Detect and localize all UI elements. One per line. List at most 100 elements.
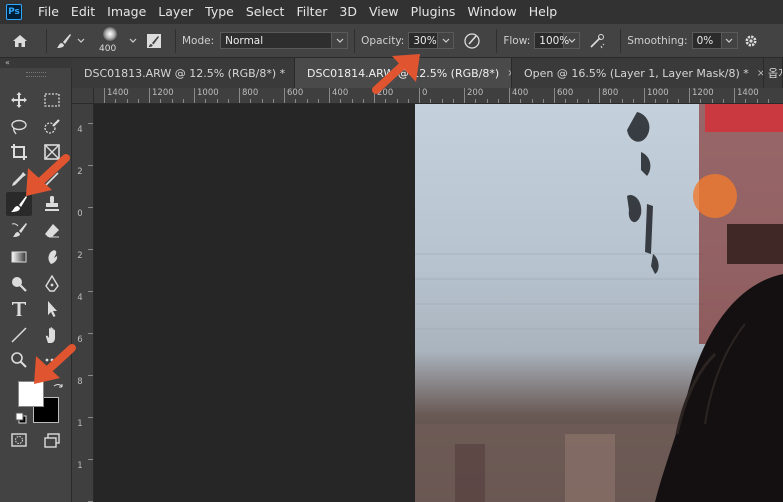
ruler-minor-tick xyxy=(711,99,713,103)
line-icon[interactable] xyxy=(6,323,32,347)
flow-value[interactable]: 100% xyxy=(534,32,569,49)
ruler-minor-tick xyxy=(396,99,398,103)
history-brush-icon[interactable] xyxy=(6,219,32,243)
ruler-tick-label: 1200 xyxy=(149,88,174,103)
divider xyxy=(175,28,176,53)
menu-edit[interactable]: Edit xyxy=(65,0,101,24)
mode-label: Mode: xyxy=(182,34,215,47)
chevron-down-icon[interactable] xyxy=(127,38,139,44)
ruler-minor-tick xyxy=(171,99,173,103)
menu-filter[interactable]: Filter xyxy=(290,0,333,24)
panel-grip[interactable] xyxy=(26,72,46,77)
ruler-minor-tick xyxy=(666,99,668,103)
ruler-tick-label: 1000 xyxy=(644,88,669,103)
lasso-icon[interactable] xyxy=(6,115,32,139)
menu-file[interactable]: File xyxy=(32,0,65,24)
menu-window[interactable]: Window xyxy=(461,0,522,24)
ruler-minor-tick xyxy=(295,99,297,103)
ruler-minor-tick xyxy=(272,99,274,103)
ruler-minor-tick xyxy=(126,99,128,103)
opacity-field[interactable]: 30% xyxy=(408,32,455,49)
chevron-down-icon[interactable] xyxy=(75,38,87,44)
brush-preset-picker[interactable]: 400 xyxy=(93,24,127,58)
canvas-area[interactable] xyxy=(94,104,783,502)
ruler-tick-label: 0 xyxy=(77,209,83,219)
mode-select[interactable]: Normal xyxy=(220,32,349,49)
ruler-minor-tick xyxy=(700,99,702,103)
menu-type[interactable]: Type xyxy=(199,0,240,24)
smoothing-value[interactable]: 0% xyxy=(691,32,722,49)
default-colors-icon[interactable] xyxy=(15,409,27,424)
menu-image[interactable]: Image xyxy=(101,0,152,24)
type-icon[interactable] xyxy=(6,297,32,321)
menu-select[interactable]: Select xyxy=(240,0,291,24)
flow-label: Flow: xyxy=(503,34,531,47)
ruler-minor-tick xyxy=(745,99,747,103)
ruler-minor-tick xyxy=(486,99,488,103)
home-icon[interactable] xyxy=(0,32,40,50)
menu-help[interactable]: Help xyxy=(523,0,564,24)
chevron-down-icon[interactable] xyxy=(438,32,455,49)
quick-select-icon[interactable] xyxy=(39,115,65,139)
ruler-minor-tick xyxy=(722,99,724,103)
airbrush-icon[interactable] xyxy=(580,32,614,50)
ruler-minor-tick xyxy=(88,207,93,208)
ruler-minor-tick xyxy=(182,99,184,103)
screen-mode-icon[interactable] xyxy=(39,428,65,452)
ruler-minor-tick xyxy=(88,291,93,292)
opacity-label: Opacity: xyxy=(361,34,405,47)
ruler-tick-label: 4 xyxy=(77,125,83,135)
tab-open[interactable]: Open @ 16.5% (Layer 1, Layer Mask/8) * × xyxy=(512,58,764,88)
brush-size-value: 400 xyxy=(99,43,117,54)
quick-mask-icon[interactable] xyxy=(6,428,32,452)
brush-icon[interactable] xyxy=(53,32,75,50)
move-icon[interactable] xyxy=(6,88,32,112)
panel-collapse-button[interactable]: « xyxy=(0,58,72,68)
path-select-icon[interactable] xyxy=(39,297,65,321)
divider xyxy=(496,28,498,53)
menu-plugins[interactable]: Plugins xyxy=(405,0,462,24)
ruler-minor-tick xyxy=(317,99,319,103)
ruler-tick-label: 4 xyxy=(77,293,83,303)
ruler-minor-tick xyxy=(655,99,657,103)
tab-dsc01813[interactable]: DSC01813.ARW @ 12.5% (RGB/8*) * × xyxy=(72,58,295,88)
tab-overflow[interactable]: 옵지 xyxy=(764,58,783,88)
smoothing-field[interactable]: 0% xyxy=(691,32,738,49)
marquee-icon[interactable] xyxy=(39,88,65,112)
gradient-icon[interactable] xyxy=(6,245,32,269)
menu-3d[interactable]: 3D xyxy=(333,0,363,24)
ruler-minor-tick xyxy=(137,99,139,103)
smudge-icon[interactable] xyxy=(39,245,65,269)
menu-view[interactable]: View xyxy=(363,0,405,24)
gear-icon[interactable] xyxy=(738,33,764,49)
app-logo[interactable]: Ps xyxy=(6,4,22,20)
menu-bar: Ps File Edit Image Layer Type Select Fil… xyxy=(0,0,783,24)
brush-settings-icon[interactable] xyxy=(139,32,169,50)
dodge-icon[interactable] xyxy=(6,272,32,296)
ruler-tick-label: 800 xyxy=(239,88,258,103)
eraser-icon[interactable] xyxy=(39,219,65,243)
ruler-minor-tick xyxy=(542,99,544,103)
chevron-down-icon[interactable] xyxy=(564,32,581,49)
flow-field[interactable]: 100% xyxy=(534,32,581,49)
pen-icon[interactable] xyxy=(39,272,65,296)
ruler-minor-tick xyxy=(632,99,634,103)
ruler-tick-label: 600 xyxy=(284,88,303,103)
pressure-opacity-icon[interactable] xyxy=(454,32,490,50)
zoom-icon[interactable] xyxy=(6,348,32,372)
tab-label: 옵지 xyxy=(768,67,782,80)
ruler-tick-label: 1400 xyxy=(104,88,129,103)
opacity-value[interactable]: 30% xyxy=(408,32,439,49)
ruler-minor-tick xyxy=(227,99,229,103)
vertical-ruler[interactable]: 4202468112 xyxy=(72,104,94,502)
horizontal-ruler[interactable]: 1400 1200 1000 800 600 400 200 0 200 400 600 800 100… xyxy=(94,88,783,104)
chevron-down-icon[interactable] xyxy=(721,32,738,49)
close-icon[interactable]: × xyxy=(757,68,763,79)
ruler-tick-label: 400 xyxy=(329,88,348,103)
ruler-minor-tick xyxy=(160,99,162,103)
ruler-origin[interactable] xyxy=(72,88,94,104)
document-image[interactable] xyxy=(415,104,783,502)
menu-layer[interactable]: Layer xyxy=(152,0,199,24)
ruler-tick-label: 1200 xyxy=(689,88,714,103)
smoothing-label: Smoothing: xyxy=(627,34,688,47)
